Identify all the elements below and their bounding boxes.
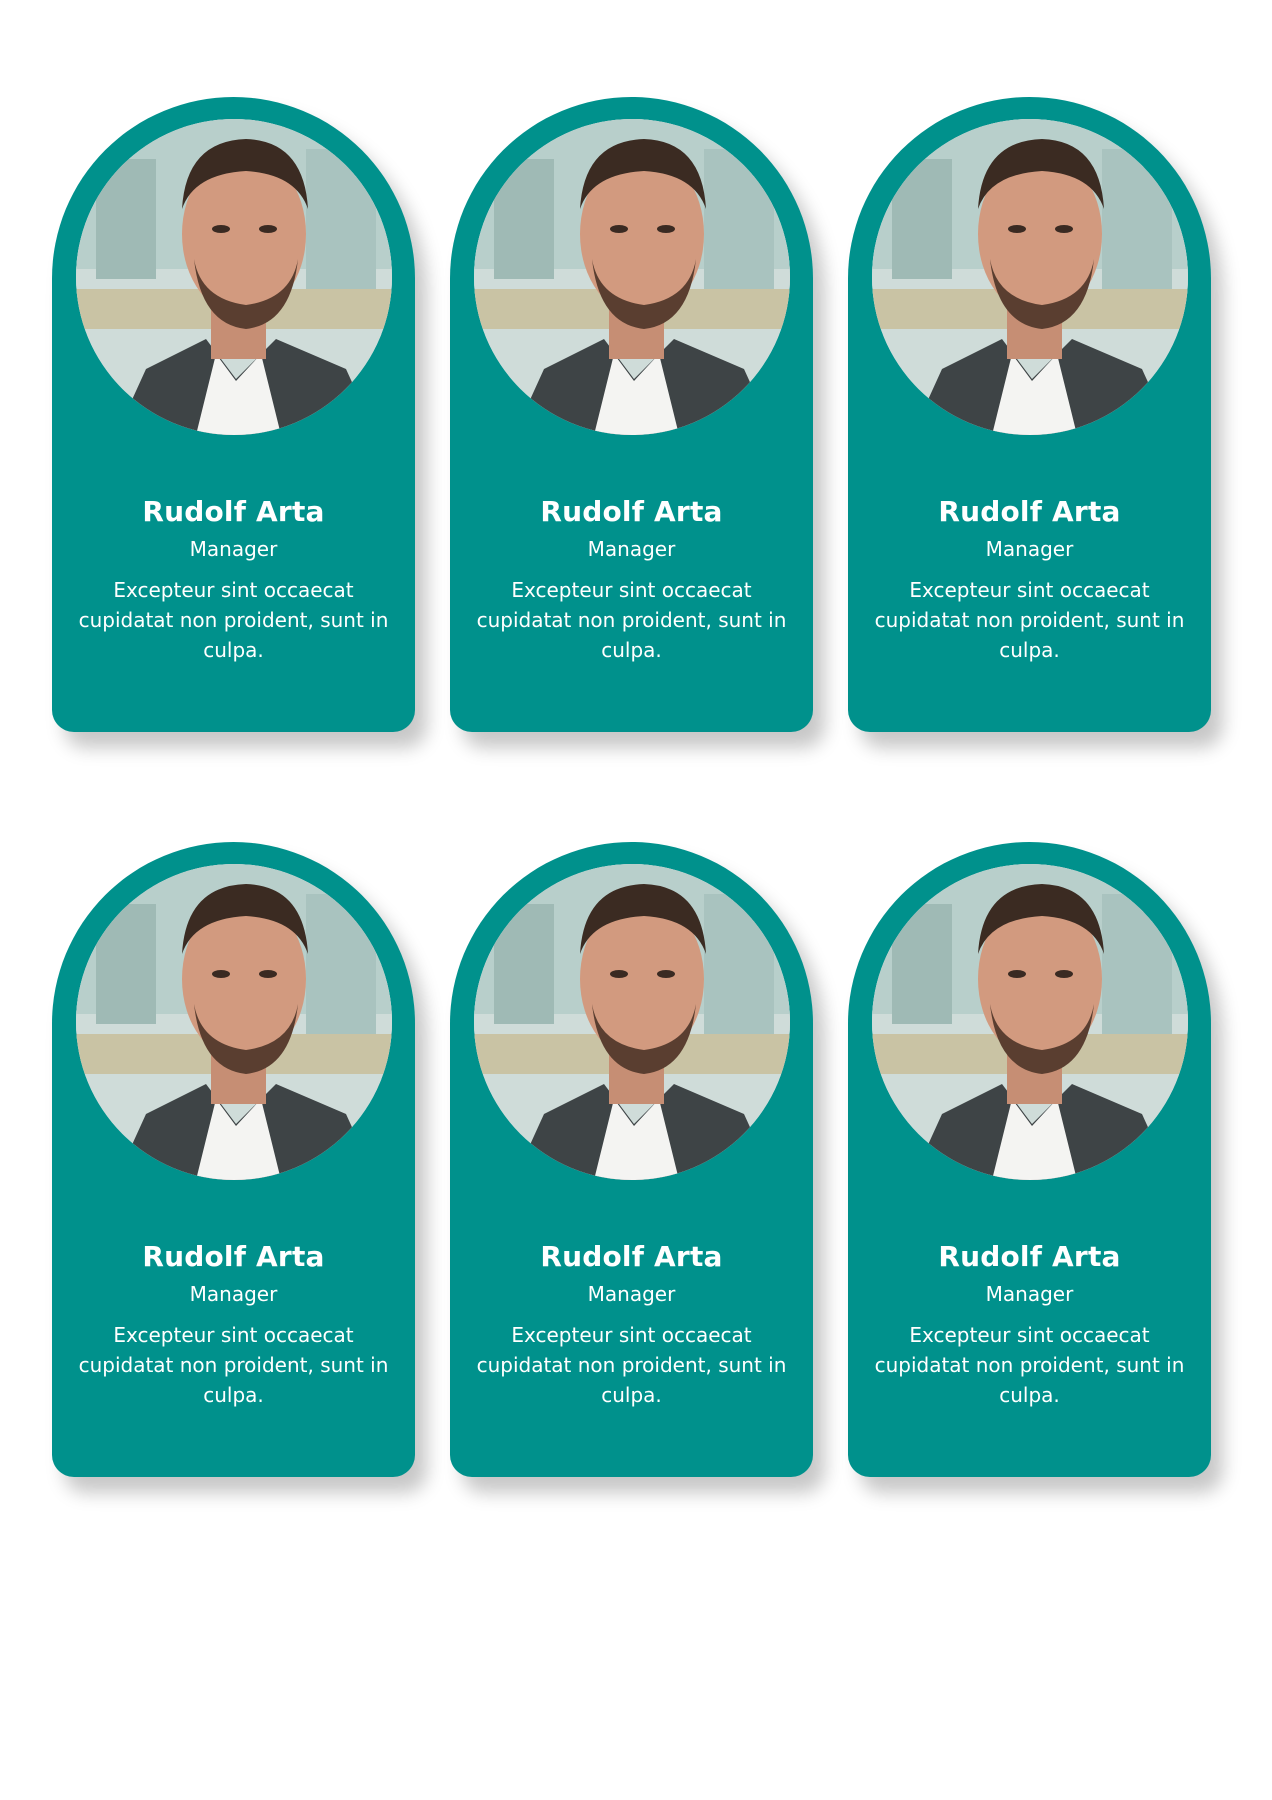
member-role: Manager — [587, 537, 676, 561]
member-description: Excepteur sint occaecat cupidatat non pr… — [78, 578, 389, 662]
member-name: Rudolf Arta — [938, 495, 1121, 528]
team-member-card: Rudolf Arta Manager Excepteur sint occae… — [450, 97, 813, 732]
member-name: Rudolf Arta — [540, 1240, 723, 1273]
team-member-card: Rudolf Arta Manager Excepteur sint occae… — [848, 842, 1211, 1477]
member-name: Rudolf Arta — [142, 495, 325, 528]
member-role: Manager — [189, 537, 278, 561]
member-role: Manager — [985, 1282, 1074, 1306]
portrait-image — [872, 864, 1188, 1180]
member-photo — [474, 864, 790, 1180]
member-photo — [872, 119, 1188, 435]
team-member-card: Rudolf Arta Manager Excepteur sint occae… — [450, 842, 813, 1477]
member-photo — [872, 864, 1188, 1180]
member-name: Rudolf Arta — [540, 495, 723, 528]
member-name: Rudolf Arta — [142, 1240, 325, 1273]
portrait-image — [872, 119, 1188, 435]
portrait-image — [76, 864, 392, 1180]
member-photo — [76, 864, 392, 1180]
portrait-image — [474, 119, 790, 435]
member-description: Excepteur sint occaecat cupidatat non pr… — [874, 1323, 1185, 1407]
member-photo — [474, 119, 790, 435]
member-description: Excepteur sint occaecat cupidatat non pr… — [874, 578, 1185, 662]
team-member-card: Rudolf Arta Manager Excepteur sint occae… — [52, 97, 415, 732]
team-member-card: Rudolf Arta Manager Excepteur sint occae… — [52, 842, 415, 1477]
member-role: Manager — [587, 1282, 676, 1306]
member-name: Rudolf Arta — [938, 1240, 1121, 1273]
team-cards-grid: Rudolf Arta Manager Excepteur sint occae… — [52, 97, 1222, 1477]
member-description: Excepteur sint occaecat cupidatat non pr… — [476, 578, 787, 662]
member-description: Excepteur sint occaecat cupidatat non pr… — [476, 1323, 787, 1407]
member-photo — [76, 119, 392, 435]
portrait-image — [474, 864, 790, 1180]
member-role: Manager — [985, 537, 1074, 561]
member-role: Manager — [189, 1282, 278, 1306]
team-member-card: Rudolf Arta Manager Excepteur sint occae… — [848, 97, 1211, 732]
portrait-image — [76, 119, 392, 435]
member-description: Excepteur sint occaecat cupidatat non pr… — [78, 1323, 389, 1407]
